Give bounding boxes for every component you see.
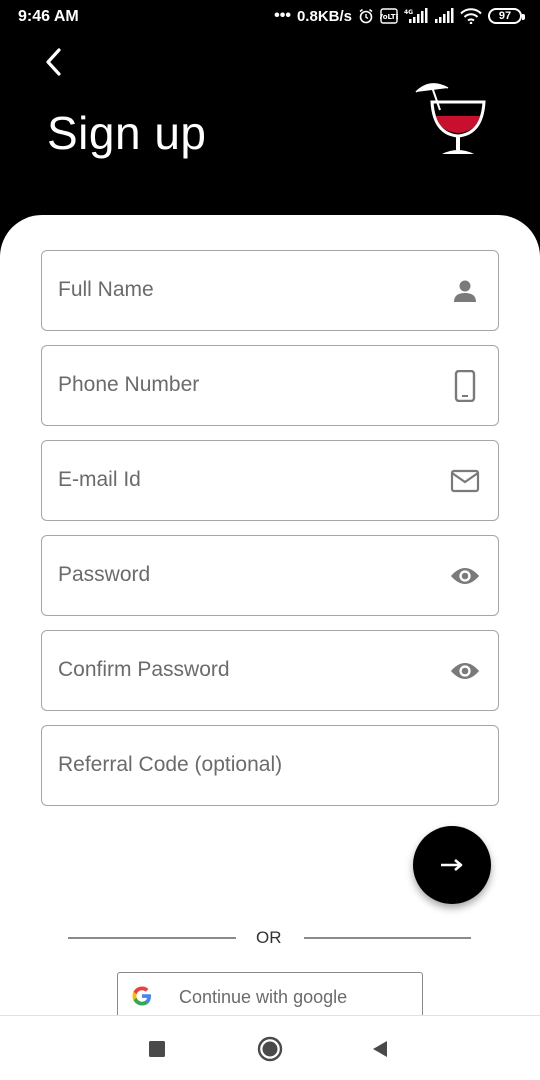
network-speed: 0.8KB/s (296, 7, 352, 25)
eye-icon[interactable] (450, 560, 480, 592)
full-name-field[interactable]: Full Name (41, 250, 499, 331)
phone-number-placeholder: Phone Number (58, 373, 200, 396)
google-button-label: Continue with google (179, 987, 348, 1007)
navigation-bar (0, 1015, 540, 1080)
signal-4g-icon: 4G (404, 8, 428, 24)
status-icons: ••• 0.8KB/s VoLTE 4G 97 (274, 7, 525, 25)
cocktail-glass-logo (412, 78, 488, 160)
battery-icon: 97 (488, 8, 525, 24)
email-field[interactable]: E-mail Id (41, 440, 499, 521)
back-button[interactable] (36, 44, 72, 80)
svg-text:4G: 4G (404, 9, 413, 16)
svg-text:VoLTE: VoLTE (380, 13, 398, 21)
divider-left (68, 937, 236, 939)
back-nav-button[interactable] (371, 1040, 389, 1058)
home-button[interactable] (257, 1036, 283, 1062)
home-circle-icon (257, 1036, 283, 1062)
recents-button[interactable] (148, 1040, 166, 1058)
password-field[interactable]: Password (41, 535, 499, 616)
arrow-right-icon (441, 859, 463, 871)
back-triangle-icon (373, 1041, 387, 1057)
network-dots: ••• (274, 7, 291, 24)
password-placeholder: Password (58, 563, 151, 586)
divider-right (304, 937, 471, 939)
chevron-left-icon (46, 48, 61, 76)
full-name-placeholder: Full Name (58, 278, 154, 301)
referral-code-field[interactable]: Referral Code (optional) (41, 725, 499, 806)
or-divider-label: OR (256, 928, 282, 947)
phone-number-field[interactable]: Phone Number (41, 345, 499, 426)
page-title: Sign up (47, 107, 207, 159)
email-placeholder: E-mail Id (58, 468, 141, 491)
referral-code-placeholder: Referral Code (optional) (58, 753, 283, 776)
confirm-password-placeholder: Confirm Password (58, 658, 230, 681)
google-g-icon (132, 986, 152, 1006)
confirm-password-field[interactable]: Confirm Password (41, 630, 499, 711)
wifi-icon (460, 8, 482, 24)
next-button[interactable] (413, 826, 491, 904)
status-bar: 9:46 AM ••• 0.8KB/s VoLTE 4G 97 (0, 0, 540, 34)
person-icon (450, 275, 480, 307)
status-time: 9:46 AM (18, 8, 79, 25)
mail-icon (450, 465, 480, 497)
volte-icon: VoLTE (380, 8, 398, 24)
phone-icon (450, 370, 480, 402)
signal-icon (434, 8, 454, 24)
alarm-icon (358, 8, 374, 24)
eye-icon[interactable] (450, 655, 480, 687)
recents-square-icon (149, 1041, 165, 1057)
